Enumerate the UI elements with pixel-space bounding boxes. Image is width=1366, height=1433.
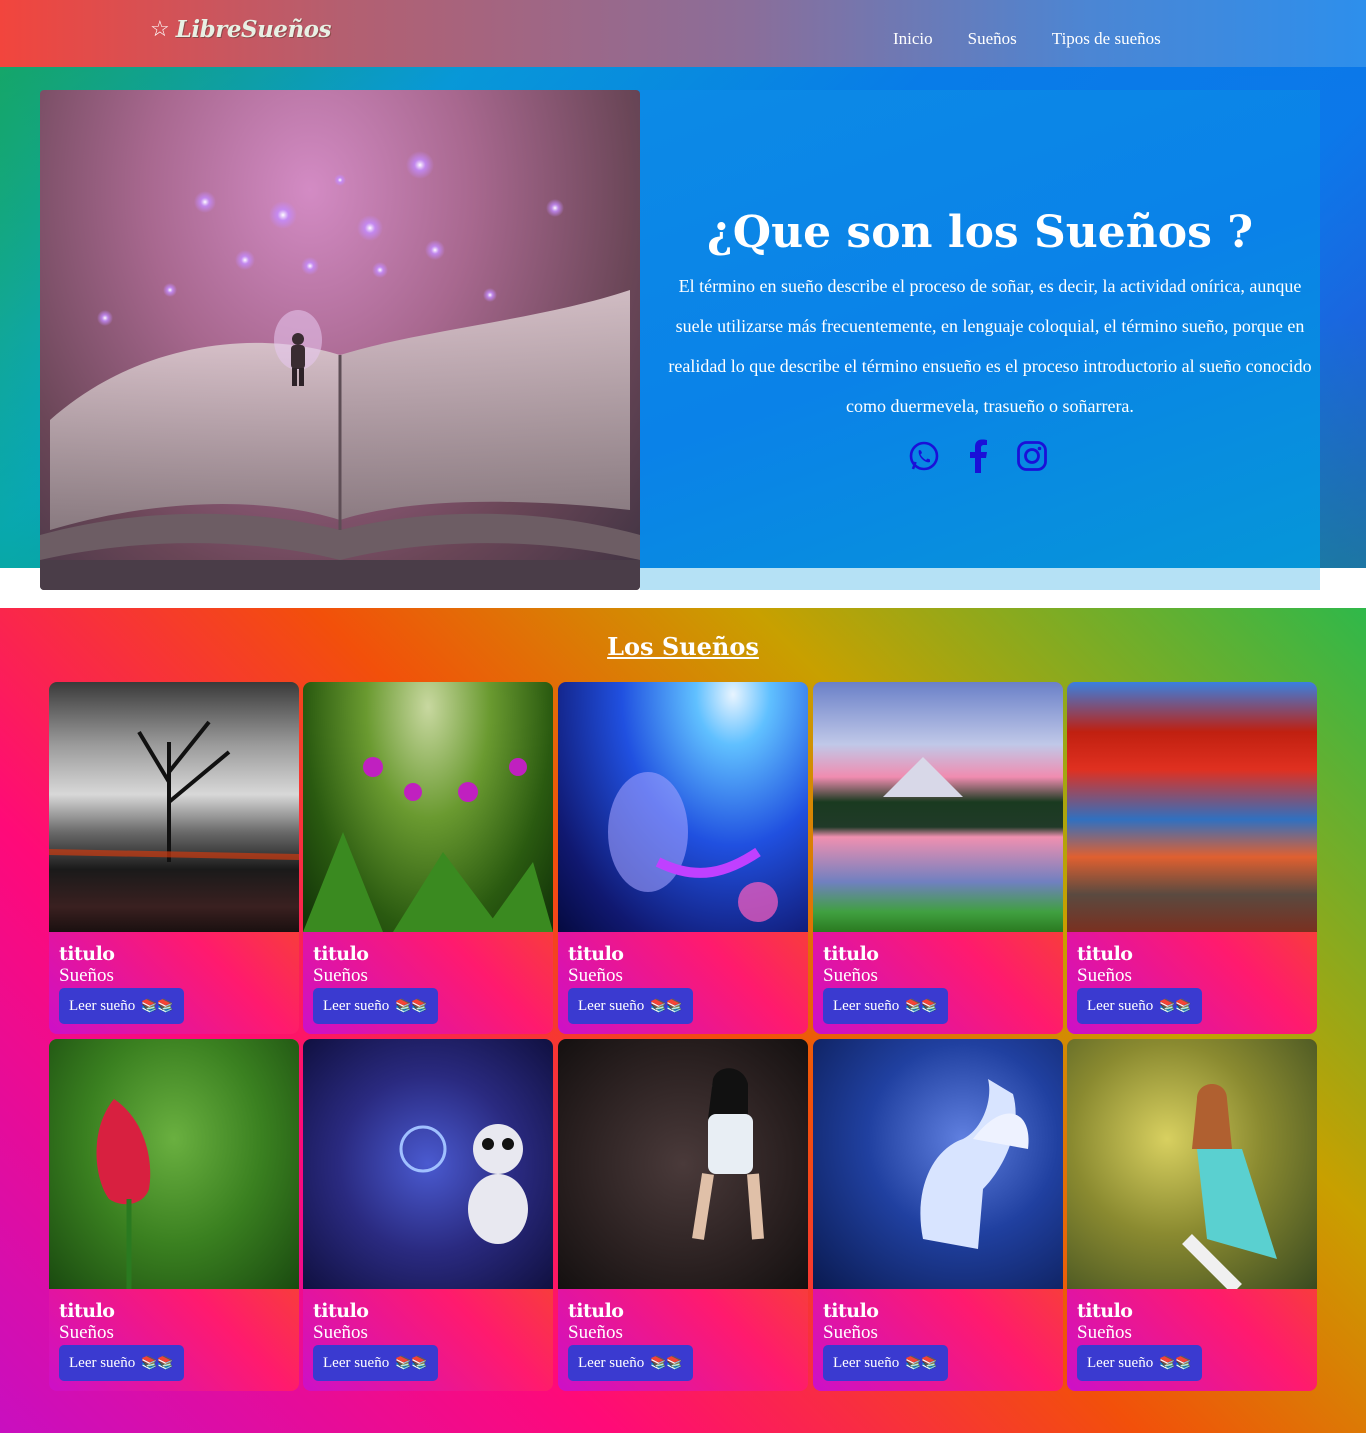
read-dream-label: Leer sueño: [323, 1355, 390, 1371]
dream-image-mermaid: [558, 682, 808, 932]
dream-image-girl-kneeling: [558, 1039, 808, 1289]
dream-card-subtitle: Sueños: [823, 1322, 878, 1343]
nav-link-inicio[interactable]: Inicio: [893, 28, 933, 50]
hero-description: El término en sueño describe el proceso …: [668, 276, 1312, 416]
dream-card: titulo Sueños Leer sueño 📚📚: [49, 682, 299, 1034]
read-dream-label: Leer sueño: [578, 998, 645, 1014]
books-icon: 📚📚: [650, 1355, 683, 1370]
read-dream-button[interactable]: Leer sueño 📚📚: [1077, 988, 1202, 1024]
social-links: [908, 438, 1048, 474]
dream-card-title: titulo: [59, 943, 115, 965]
dream-card-subtitle: Sueños: [1077, 965, 1132, 986]
read-dream-button[interactable]: Leer sueño 📚📚: [59, 988, 184, 1024]
dream-card-subtitle: Sueños: [59, 1322, 114, 1343]
dream-card-title: titulo: [59, 1300, 115, 1322]
dream-card-title: titulo: [313, 1300, 369, 1322]
top-navbar: ☆ LibreSueños Inicio Sueños Tipos de sue…: [0, 0, 1366, 67]
read-dream-label: Leer sueño: [1087, 998, 1154, 1014]
dream-image-green-ferns: [303, 682, 553, 932]
dream-card-title: titulo: [823, 943, 879, 965]
books-icon: 📚📚: [905, 1355, 938, 1370]
read-dream-label: Leer sueño: [323, 998, 390, 1014]
dream-image-autumn-lake: [1067, 682, 1317, 932]
dream-card: titulo Sueños Leer sueño 📚📚: [1067, 682, 1317, 1034]
dream-card-subtitle: Sueños: [568, 1322, 623, 1343]
dream-card-subtitle: Sueños: [313, 965, 368, 986]
dream-card-subtitle: Sueños: [313, 1322, 368, 1343]
dream-image-girl-on-tree: [1067, 1039, 1317, 1294]
read-dream-label: Leer sueño: [1087, 1355, 1154, 1371]
dream-card: titulo Sueños Leer sueño 📚📚: [813, 682, 1063, 1034]
read-dream-label: Leer sueño: [69, 1355, 136, 1371]
dream-card-title: titulo: [1077, 943, 1133, 965]
dream-card-subtitle: Sueños: [59, 965, 114, 986]
read-dream-button[interactable]: Leer sueño 📚📚: [313, 988, 438, 1024]
books-icon: 📚📚: [395, 1355, 428, 1370]
books-icon: 📚📚: [141, 1355, 174, 1370]
dream-card: titulo Sueños Leer sueño 📚📚: [813, 1039, 1063, 1391]
dream-card-title: titulo: [313, 943, 369, 965]
brand-link[interactable]: ☆ LibreSueños: [150, 16, 331, 43]
brand-name: LibreSueños: [175, 16, 332, 43]
nav-menu: Inicio Sueños Tipos de sueños: [893, 28, 1161, 50]
books-icon: 📚📚: [1159, 998, 1192, 1013]
read-dream-label: Leer sueño: [69, 998, 136, 1014]
hero-image-dream-book: [40, 90, 640, 590]
dream-card-title: titulo: [568, 1300, 624, 1322]
read-dream-button[interactable]: Leer sueño 📚📚: [59, 1345, 184, 1381]
read-dream-button[interactable]: Leer sueño 📚📚: [1077, 1345, 1202, 1381]
instagram-icon[interactable]: [1016, 438, 1048, 474]
hero-title: ¿Que son los Sueños ?: [707, 207, 1253, 258]
read-dream-button[interactable]: Leer sueño 📚📚: [568, 1345, 693, 1381]
dream-image-red-tulip: [49, 1039, 299, 1289]
dream-image-panda: [303, 1039, 553, 1289]
dream-image-mountain-lake: [813, 682, 1063, 932]
dream-card-title: titulo: [568, 943, 624, 965]
dream-card-title: titulo: [823, 1300, 879, 1322]
dream-card-subtitle: Sueños: [568, 965, 623, 986]
books-icon: 📚📚: [1159, 1355, 1192, 1370]
dream-card-subtitle: Sueños: [1077, 1322, 1132, 1343]
dream-card: titulo Sueños Leer sueño 📚📚: [1067, 1039, 1317, 1391]
whatsapp-icon[interactable]: [908, 438, 940, 474]
dream-card-subtitle: Sueños: [823, 965, 878, 986]
books-icon: 📚📚: [395, 998, 428, 1013]
books-icon: 📚📚: [141, 998, 174, 1013]
read-dream-button[interactable]: Leer sueño 📚📚: [823, 988, 948, 1024]
dreams-section-title[interactable]: Los Sueños: [0, 630, 1366, 664]
nav-link-tipos[interactable]: Tipos de sueños: [1052, 28, 1161, 50]
read-dream-label: Leer sueño: [578, 1355, 645, 1371]
dream-card: titulo Sueños Leer sueño 📚📚: [303, 1039, 553, 1391]
books-icon: 📚📚: [650, 998, 683, 1013]
read-dream-button[interactable]: Leer sueño 📚📚: [313, 1345, 438, 1381]
read-dream-label: Leer sueño: [833, 998, 900, 1014]
read-dream-button[interactable]: Leer sueño 📚📚: [568, 988, 693, 1024]
dream-image-dark-sunset: [49, 682, 299, 932]
books-icon: 📚📚: [905, 998, 938, 1013]
read-dream-label: Leer sueño: [833, 1355, 900, 1371]
dream-image-pegasus: [813, 1039, 1063, 1289]
nav-link-suenos[interactable]: Sueños: [968, 28, 1017, 50]
dream-card-title: titulo: [1077, 1300, 1133, 1322]
facebook-icon[interactable]: [962, 438, 994, 474]
dream-card: titulo Sueños Leer sueño 📚📚: [558, 682, 808, 1034]
read-dream-button[interactable]: Leer sueño 📚📚: [823, 1345, 948, 1381]
hero-strip: [640, 568, 1320, 590]
dream-card: titulo Sueños Leer sueño 📚📚: [303, 682, 553, 1034]
star-icon: ☆: [150, 16, 170, 42]
dream-card: titulo Sueños Leer sueño 📚📚: [49, 1039, 299, 1391]
dream-card: titulo Sueños Leer sueño 📚📚: [558, 1039, 808, 1391]
